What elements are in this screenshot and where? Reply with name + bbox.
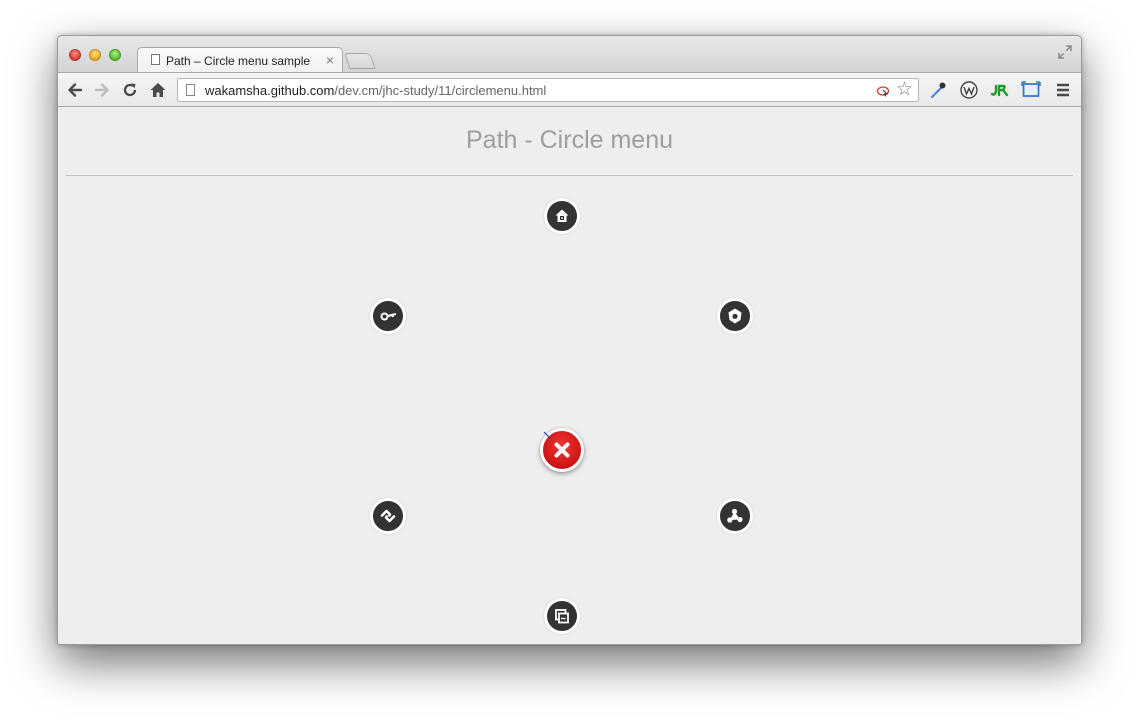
page-title: Path - Circle menu <box>465 126 674 154</box>
menu-item-copy[interactable] <box>544 598 580 634</box>
settings-icon <box>728 308 742 324</box>
menu-item-home[interactable] <box>544 198 580 234</box>
menu-item-settings[interactable] <box>717 298 753 334</box>
title-divider <box>66 175 1073 176</box>
menu-item-nodes[interactable] <box>717 498 753 534</box>
screen-capture-icon[interactable] <box>1021 80 1041 100</box>
bookmark-star-icon[interactable]: ☆ <box>896 80 913 100</box>
page-icon <box>186 84 195 96</box>
page-icon <box>151 54 160 65</box>
window-zoom-button[interactable] <box>109 49 121 61</box>
tab-close-icon[interactable]: × <box>326 52 334 68</box>
key-icon <box>380 312 397 321</box>
browser-window: Path – Circle menu sample × wakamsha.git… <box>57 35 1082 645</box>
link-icon <box>380 509 396 523</box>
browser-toolbar: wakamsha.github.com/dev.cm/jhc-study/11/… <box>58 72 1081 107</box>
home-icon <box>555 209 569 222</box>
url-text: wakamsha.github.com/dev.cm/jhc-study/11/… <box>205 83 547 98</box>
nodes-icon <box>727 508 743 523</box>
copy-icon <box>555 609 569 624</box>
eyedropper-icon[interactable] <box>928 80 948 100</box>
window-close-button[interactable] <box>69 49 81 61</box>
window-minimize-button[interactable] <box>89 49 101 61</box>
new-tab-button[interactable] <box>344 53 376 69</box>
browser-tab[interactable]: Path – Circle menu sample × <box>137 47 343 73</box>
home-icon[interactable] <box>149 81 167 99</box>
reload-icon[interactable] <box>121 81 139 99</box>
extension-icon[interactable] <box>876 84 890 98</box>
address-bar[interactable]: wakamsha.github.com/dev.cm/jhc-study/11/… <box>177 78 919 102</box>
back-arrow-icon[interactable] <box>66 81 84 99</box>
jr-icon[interactable] <box>990 80 1010 100</box>
menu-item-link[interactable] <box>370 498 406 534</box>
fullscreen-icon[interactable] <box>1057 44 1073 60</box>
close-icon <box>554 442 570 458</box>
tab-strip: Path – Circle menu sample × <box>58 36 1081 73</box>
menu-item-key[interactable] <box>370 298 406 334</box>
wordpress-icon[interactable] <box>959 80 979 100</box>
page-content: Path - Circle menu <box>58 107 1081 644</box>
forward-arrow-icon[interactable] <box>93 81 111 99</box>
menu-icon[interactable] <box>1053 80 1073 100</box>
mouse-cursor <box>543 431 552 440</box>
tab-title: Path – Circle menu sample <box>166 54 311 68</box>
